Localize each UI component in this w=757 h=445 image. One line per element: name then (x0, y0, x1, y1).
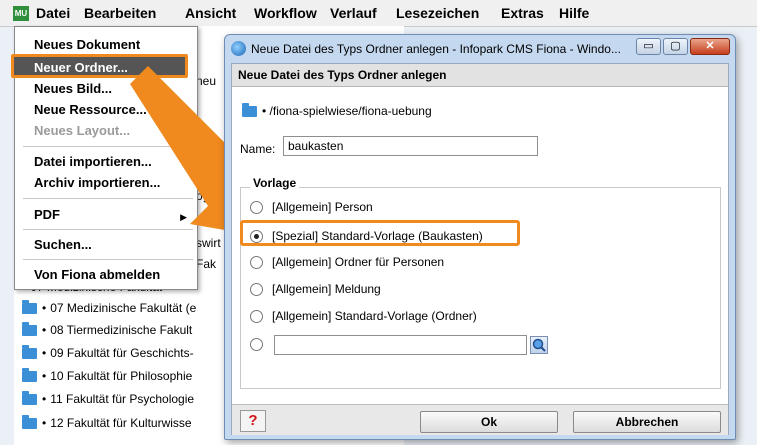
tree-fragment: neu (196, 74, 217, 88)
menu-bearbeiten[interactable]: Bearbeiten (84, 5, 156, 21)
dialog-header: Neue Datei des Typs Ordner anlegen (232, 64, 728, 87)
submenu-arrow-icon: ▶ (180, 212, 187, 222)
template-legend: Vorlage (250, 176, 300, 190)
browser-icon (231, 41, 246, 56)
tree-fragment: ogisc (196, 189, 225, 203)
radio-button[interactable] (250, 310, 263, 324)
close-button[interactable]: ✕ (690, 38, 730, 55)
name-input[interactable] (283, 136, 538, 156)
tree-fragment: swirt (196, 236, 221, 250)
folder-icon (22, 345, 37, 360)
selection-highlight (240, 220, 520, 246)
app-logo: MU (13, 6, 29, 21)
bullet-icon: • (42, 301, 47, 315)
menu-item-datei-importieren[interactable]: Datei importieren... (34, 154, 152, 169)
dialog-footer: ? Ok Abbrechen (232, 404, 728, 435)
cancel-button[interactable]: Abbrechen (573, 411, 721, 433)
search-icon (532, 338, 546, 352)
menu-separator (23, 259, 193, 260)
menu-hilfe[interactable]: Hilfe (559, 5, 589, 21)
folder-icon (22, 391, 37, 406)
bullet-icon: • (42, 416, 47, 430)
radio-button[interactable] (250, 201, 263, 215)
dialog-window-title: Neue Datei des Typs Ordner anlegen - Inf… (251, 42, 621, 56)
search-button[interactable] (530, 336, 548, 354)
folder-path: • /fiona-spielwiese/fiona-uebung (242, 103, 432, 118)
bullet-icon: • (262, 104, 270, 118)
tree-row[interactable]: • 07 Medizinische Fakultät (e (22, 300, 196, 321)
folder-icon (22, 415, 37, 430)
tree-fragment: Fak (196, 257, 217, 271)
help-button[interactable]: ? (240, 410, 266, 432)
radio-button[interactable] (250, 256, 263, 270)
template-option-custom[interactable] (250, 337, 272, 355)
bullet-icon: • (42, 346, 47, 360)
template-option-ordner-personen[interactable]: [Allgemein] Ordner für Personen (250, 255, 444, 273)
ok-button[interactable]: Ok (420, 411, 558, 433)
menu-item-neues-dokument[interactable]: Neues Dokument (34, 37, 140, 52)
menu-datei[interactable]: Datei (36, 5, 70, 21)
tree-row[interactable]: • 10 Fakultät für Philosophie (22, 368, 192, 389)
menu-separator (23, 198, 193, 199)
dialog-title-bar[interactable]: Neue Datei des Typs Ordner anlegen - Inf… (225, 35, 735, 63)
menu-item-neue-ressource[interactable]: Neue Ressource... (34, 102, 147, 117)
name-label: Name: (240, 142, 276, 156)
menu-workflow[interactable]: Workflow (254, 5, 317, 21)
radio-button[interactable] (250, 338, 263, 352)
minimize-button[interactable]: ▭ (636, 38, 661, 55)
menu-separator (23, 146, 193, 147)
bullet-icon: • (42, 369, 47, 383)
bullet-icon: • (42, 392, 47, 406)
template-option-meldung[interactable]: [Allgemein] Meldung (250, 282, 381, 300)
menu-bar: MU Datei Bearbeiten Ansicht Workflow Ver… (0, 0, 757, 27)
tree-row[interactable]: • 08 Tiermedizinische Fakult (22, 322, 192, 343)
folder-icon (242, 103, 257, 118)
menu-item-archiv-importieren[interactable]: Archiv importieren... (34, 175, 160, 190)
menu-item-pdf[interactable]: PDF (34, 207, 60, 222)
menu-separator (23, 229, 193, 230)
custom-template-input[interactable] (274, 335, 527, 355)
menu-item-von-fiona-abmelden[interactable]: Von Fiona abmelden (34, 267, 160, 282)
menu-ansicht[interactable]: Ansicht (185, 5, 236, 21)
folder-icon (22, 322, 37, 337)
folder-icon (22, 368, 37, 383)
template-option-standard-ordner[interactable]: [Allgemein] Standard-Vorlage (Ordner) (250, 309, 477, 327)
maximize-button[interactable]: ▢ (663, 38, 688, 55)
menu-item-neues-layout: Neues Layout... (34, 123, 131, 138)
menu-item-neuer-ordner[interactable]: Neuer Ordner... (11, 54, 188, 78)
radio-button[interactable] (250, 283, 263, 297)
menu-verlauf[interactable]: Verlauf (330, 5, 377, 21)
menu-item-suchen[interactable]: Suchen... (34, 237, 92, 252)
file-menu-dropdown: Neues Dokument Neuer Ordner... Neues Bil… (11, 26, 198, 290)
template-option-person[interactable]: [Allgemein] Person (250, 200, 373, 218)
tree-row[interactable]: • 12 Fakultät für Kulturwisse (22, 415, 192, 436)
folder-icon (22, 300, 37, 315)
menu-extras[interactable]: Extras (501, 5, 544, 21)
tree-row[interactable]: • 09 Fakultät für Geschichts- (22, 345, 194, 366)
menu-lesezeichen[interactable]: Lesezeichen (396, 5, 479, 21)
dialog-body: Neue Datei des Typs Ordner anlegen • /fi… (231, 63, 729, 435)
new-folder-dialog: Neue Datei des Typs Ordner anlegen - Inf… (224, 34, 736, 440)
tree-row[interactable]: • 11 Fakultät für Psychologie (22, 391, 194, 412)
menu-item-neues-bild[interactable]: Neues Bild... (34, 81, 112, 96)
bullet-icon: • (42, 323, 47, 337)
